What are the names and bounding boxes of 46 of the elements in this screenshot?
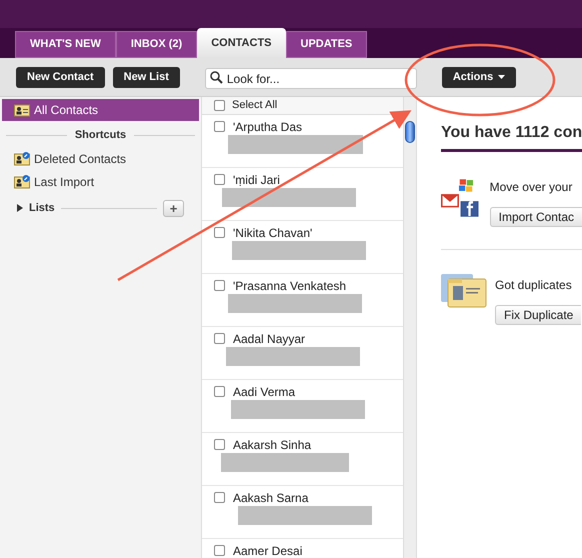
tab[interactable]: UPDATES — [286, 31, 368, 58]
checkbox[interactable] — [214, 386, 225, 397]
search-field[interactable]: Look for... — [204, 68, 417, 89]
caret-icon — [498, 75, 506, 79]
contact-name[interactable]: 'Prasanna Venkatesh — [233, 278, 346, 292]
tab[interactable]: CONTACTS — [197, 28, 286, 58]
section-heading: Shortcuts — [74, 128, 126, 143]
contact-name[interactable]: Aakarsh Sinha — [233, 438, 312, 452]
sidebar-item[interactable]: All Contacts — [2, 99, 199, 121]
lists-heading: Lists — [29, 200, 55, 216]
contact-count-heading: You have 1112 con — [441, 121, 582, 152]
toolbar-button[interactable]: New Contact — [16, 66, 105, 88]
search-icon — [210, 70, 223, 84]
panel-text: Move over your — [490, 179, 574, 196]
contact-card-shortcut-icon — [14, 152, 30, 166]
panel-text: Got duplicates — [495, 277, 573, 294]
add-list-button[interactable]: + — [163, 200, 184, 216]
checkbox[interactable] — [214, 439, 225, 450]
scrollbar-thumb[interactable] — [405, 121, 415, 143]
tab[interactable]: INBOX (2) — [116, 31, 198, 58]
contact-name[interactable]: Aamer Desai — [233, 544, 302, 558]
contact-name[interactable]: Aakash Sarna — [233, 490, 308, 504]
checkbox[interactable] — [214, 121, 225, 132]
contact-name[interactable]: 'Nikita Chavan' — [233, 226, 312, 240]
import-button[interactable]: Import Contac — [490, 207, 582, 227]
contact-name[interactable]: Aadal Nayyar — [233, 332, 306, 346]
checkbox[interactable] — [214, 100, 225, 111]
tab[interactable]: WHAT'S NEW — [15, 31, 116, 58]
contact-folders-icon — [441, 272, 487, 308]
expand-arrow-icon[interactable] — [17, 204, 23, 212]
contact-name[interactable]: Aadi Verma — [233, 384, 296, 398]
contact-card-icon — [14, 103, 30, 117]
sidebar-item[interactable]: Deleted Contacts — [0, 148, 201, 170]
contact-name[interactable]: 'Arputha Das — [233, 120, 302, 134]
contact-name[interactable]: 'ṃidi Jari — [233, 172, 280, 186]
checkbox[interactable] — [214, 545, 225, 556]
actions-button[interactable]: Actions — [442, 66, 516, 88]
contact-card-shortcut-icon — [14, 175, 30, 189]
sidebar-item[interactable]: Last Import — [0, 170, 201, 194]
checkbox[interactable] — [214, 174, 225, 185]
checkbox[interactable] — [214, 280, 225, 291]
checkbox[interactable] — [214, 492, 225, 503]
fix-duplicates-button[interactable]: Fix Duplicate — [495, 305, 582, 325]
checkbox[interactable] — [214, 333, 225, 344]
toolbar-button[interactable]: New List — [112, 66, 180, 88]
checkbox[interactable] — [214, 227, 225, 238]
